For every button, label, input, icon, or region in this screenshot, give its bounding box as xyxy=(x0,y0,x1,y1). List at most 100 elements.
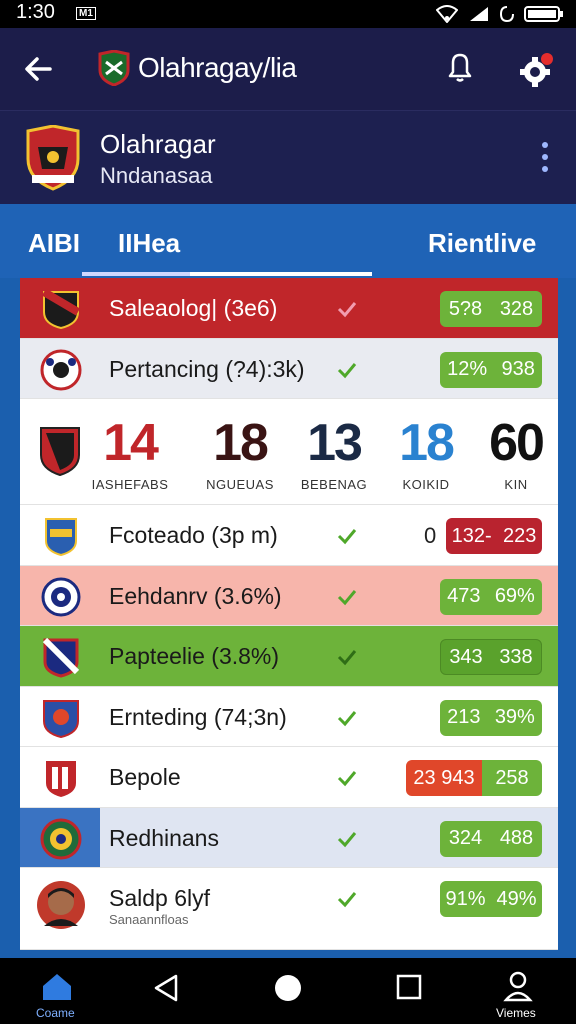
stat-value-b: 39% xyxy=(494,706,535,728)
stat-value-b: 938 xyxy=(501,358,535,380)
club-header: Olahragar Nndanasaa xyxy=(0,110,576,204)
score-caption: NGUEUAS xyxy=(206,477,274,492)
stat-value-a: 343 xyxy=(449,645,483,668)
score-caption: BEBENAG xyxy=(300,477,368,492)
home-label[interactable]: Coame xyxy=(36,1006,75,1020)
data-icon xyxy=(500,6,514,23)
stat-value-b: 69% xyxy=(494,585,535,607)
stat-value-b: 223 xyxy=(502,524,537,547)
nav-back-icon[interactable] xyxy=(150,972,182,1004)
notification-bell-icon[interactable] xyxy=(444,50,476,84)
team-label: Papteelie (3.8%) xyxy=(109,643,280,669)
stat-value-a: 12% xyxy=(447,358,488,380)
soccer-ball-icon xyxy=(40,349,82,390)
score-value: 13 xyxy=(307,414,363,472)
check-icon xyxy=(337,650,357,666)
team-crest-icon xyxy=(40,427,80,477)
check-icon xyxy=(337,710,357,726)
team-crest-icon xyxy=(40,818,82,859)
player-name: Saldp 6lyf xyxy=(109,885,211,911)
score-value: 18 xyxy=(213,414,269,472)
score-caption: IASHEFABS xyxy=(91,477,169,492)
club-crest-icon xyxy=(26,125,80,191)
check-icon xyxy=(337,892,357,908)
score-value: 18 xyxy=(399,414,455,472)
team-crest-icon xyxy=(45,518,77,557)
tab-indicator-active xyxy=(82,272,190,276)
app-bar: Olahragay/lia xyxy=(0,28,576,110)
score-item: 18 KOIKID xyxy=(378,415,474,492)
profile-icon[interactable] xyxy=(503,970,533,1002)
battery-icon xyxy=(524,6,563,22)
list-item[interactable]: Papteelie (3.8%) 343 338 xyxy=(20,626,558,687)
player-sublabel: Sanaannfloas xyxy=(109,912,189,927)
home-icon[interactable] xyxy=(40,972,74,1002)
team-crest-icon xyxy=(43,699,79,738)
score-value: 60 xyxy=(489,414,545,472)
list-item[interactable]: Eehdanrv (3.6%) 473 69% xyxy=(20,565,558,626)
team-label: Fcoteado (3p m) xyxy=(109,522,278,548)
stat-value-a: 324 xyxy=(448,827,483,849)
stat-badge: 91% 49% xyxy=(440,881,542,917)
check-icon xyxy=(337,771,357,787)
list-item[interactable]: Saleaolog| (3e6) 5?8 328 xyxy=(20,278,558,339)
back-arrow-icon[interactable] xyxy=(22,52,56,86)
stat-badge: 343 338 xyxy=(440,639,542,675)
team-crest-icon xyxy=(46,761,76,797)
more-vert-icon[interactable] xyxy=(540,139,550,175)
tab-aibi[interactable]: AIBI xyxy=(28,228,80,259)
score-item: 60 KIN xyxy=(468,415,564,492)
settings-gear-icon[interactable] xyxy=(518,52,554,88)
signal-icon xyxy=(470,7,488,21)
list-item[interactable]: Saldp 6lyf Sanaannfloas 91% 49% xyxy=(20,868,558,950)
list-item[interactable]: Redhinans 324 488 xyxy=(20,807,558,868)
list-item[interactable]: Bepole 23 943 258 xyxy=(20,747,558,808)
list-item[interactable]: Ernteding (74;3n) 213 39% xyxy=(20,686,558,747)
club-subtitle: Nndanasaa xyxy=(100,163,213,188)
stat-badge: 324 488 xyxy=(440,820,542,857)
stat-value-a: 91% xyxy=(445,887,486,910)
team-label: Redhinans xyxy=(109,824,219,851)
check-icon xyxy=(337,362,357,378)
nav-home-circle-icon[interactable] xyxy=(272,972,304,1004)
score-item: 14 IASHEFABS xyxy=(82,415,178,492)
stat-badge: 213 39% xyxy=(440,699,542,736)
stat-value-b: 328 xyxy=(499,297,534,320)
stat-prefix: 0 xyxy=(424,523,437,548)
check-icon xyxy=(337,529,357,545)
score-item: 18 NGUEUAS xyxy=(192,415,288,492)
team-crest-icon xyxy=(41,288,81,330)
check-icon xyxy=(337,302,357,318)
stat-value-b: 49% xyxy=(496,887,537,910)
tab-bar: AIBI IIHea Rientlive xyxy=(0,204,576,278)
status-bar: 1:30 M1 xyxy=(0,0,576,28)
tab-iihea[interactable]: IIHea xyxy=(118,228,180,259)
stat-badge: 23 943 258 xyxy=(406,760,542,796)
tab-rientlive[interactable]: Rientlive xyxy=(428,228,536,259)
stat-badge: 473 69% xyxy=(440,578,542,615)
score-value: 14 xyxy=(103,414,159,472)
score-caption: KIN xyxy=(504,477,528,492)
player-avatar xyxy=(37,881,85,929)
team-label: Pertancing (?4):3k) xyxy=(109,355,305,382)
stat-value-a: 23 943 xyxy=(406,760,482,796)
stat-value-a: 5?8 xyxy=(448,297,483,320)
club-name: Olahragar xyxy=(100,129,216,159)
nav-recents-icon[interactable] xyxy=(394,972,424,1002)
profile-label[interactable]: Viemes xyxy=(496,1006,536,1020)
list-item[interactable]: Pertancing (?4):3k) 12% 938 xyxy=(20,338,558,399)
stat-value-a: 473 xyxy=(447,585,481,607)
stat-value-a: 132- xyxy=(451,524,492,547)
team-crest-icon xyxy=(42,637,80,678)
stat-value-a: 213 xyxy=(447,706,481,728)
stat-value-b: 338 xyxy=(499,645,533,668)
team-label: Bepole xyxy=(109,764,181,790)
list-item[interactable]: Fcoteado (3p m) 0 132- 223 xyxy=(20,505,558,566)
team-label: Ernteding (74;3n) xyxy=(109,703,287,730)
bottom-navigation: Coame Viemes xyxy=(0,958,576,1024)
status-time: 1:30 xyxy=(16,1,55,23)
score-summary: 14 IASHEFABS 18 NGUEUAS 13 BEBENAG 18 KO… xyxy=(20,399,558,505)
score-item: 13 BEBENAG xyxy=(286,415,382,492)
stat-badge: 5?8 328 xyxy=(440,291,542,327)
check-icon xyxy=(337,589,357,605)
